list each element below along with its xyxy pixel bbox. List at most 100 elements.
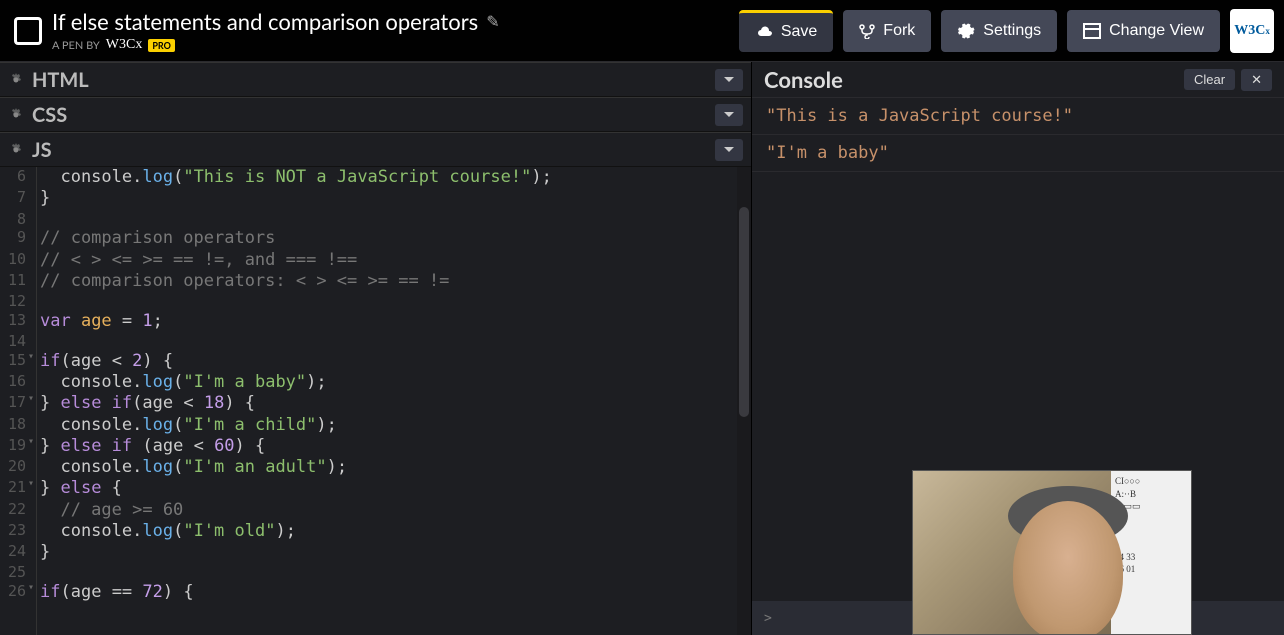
code-line[interactable]: 23 console.log("I'm old"); [0, 521, 751, 542]
code-content[interactable]: // < > <= >= == !=, and === !== [32, 250, 357, 271]
line-number: 6 [0, 167, 32, 188]
pro-badge: PRO [148, 39, 175, 52]
html-panel-title: HTML [32, 68, 715, 92]
fork-icon [859, 23, 875, 39]
pen-meta: A PEN BY W3Cx PRO [52, 37, 739, 53]
fold-icon[interactable]: ▾ [28, 436, 34, 449]
code-line[interactable]: 22 // age >= 60 [0, 500, 751, 521]
change-view-button[interactable]: Change View [1067, 10, 1220, 52]
code-content[interactable]: console.log("This is NOT a JavaScript co… [32, 167, 552, 188]
code-line[interactable]: 25 [0, 563, 751, 582]
code-content[interactable]: if(age < 2) { [32, 351, 173, 372]
js-panel-title: JS [32, 138, 715, 162]
whiteboard: CI○○○A:··B▭▭▭04 3306 01 [1111, 471, 1191, 635]
webcam-overlay: CI○○○A:··B▭▭▭04 3306 01 [912, 470, 1192, 635]
line-number: 25 [0, 563, 32, 582]
fork-label: Fork [883, 22, 915, 40]
code-content[interactable]: } else if (age < 60) { [32, 436, 265, 457]
fold-icon[interactable]: ▾ [28, 393, 34, 406]
code-content[interactable]: // comparison operators: < > <= >= == != [32, 271, 449, 292]
code-line[interactable]: 14 [0, 332, 751, 351]
html-panel-header[interactable]: HTML [0, 62, 751, 97]
code-line[interactable]: 11// comparison operators: < > <= >= == … [0, 271, 751, 292]
code-line[interactable]: 8 [0, 210, 751, 229]
save-button[interactable]: Save [739, 10, 833, 52]
profile-logo[interactable]: W3Cx [1230, 9, 1274, 53]
save-label: Save [781, 23, 817, 41]
code-line[interactable]: 12 [0, 292, 751, 311]
fold-icon[interactable]: ▾ [28, 478, 34, 491]
code-line[interactable]: 17} else if(age < 18) {▾ [0, 393, 751, 414]
code-line[interactable]: 18 console.log("I'm a child"); [0, 415, 751, 436]
scrollbar-thumb[interactable] [739, 207, 749, 417]
css-panel-header[interactable]: CSS [0, 97, 751, 132]
code-line[interactable]: 7} [0, 188, 751, 209]
code-content[interactable]: } else if(age < 18) { [32, 393, 255, 414]
gear-icon[interactable] [8, 142, 24, 158]
clear-console-button[interactable]: Clear [1184, 69, 1235, 90]
line-number: 18 [0, 415, 32, 436]
code-line[interactable]: 13var age = 1; [0, 311, 751, 332]
console-line: "This is a JavaScript course!" [752, 98, 1284, 135]
meta-prefix: A PEN BY [52, 39, 100, 52]
settings-label: Settings [983, 22, 1041, 40]
cloud-icon [755, 25, 773, 39]
code-line[interactable]: 9// comparison operators [0, 228, 751, 249]
author-link[interactable]: W3Cx [106, 37, 143, 53]
title-area: If else statements and comparison operat… [52, 8, 739, 53]
pen-title[interactable]: If else statements and comparison operat… [52, 8, 739, 35]
code-line[interactable]: 20 console.log("I'm an adult"); [0, 457, 751, 478]
code-content[interactable]: var age = 1; [32, 311, 163, 332]
code-line[interactable]: 24} [0, 542, 751, 563]
code-content[interactable]: } [32, 188, 50, 209]
line-number: 14 [0, 332, 32, 351]
code-content[interactable]: // comparison operators [32, 228, 275, 249]
prompt-symbol: > [764, 611, 772, 626]
edit-icon[interactable]: ✎ [486, 12, 499, 31]
html-panel-toggle[interactable] [715, 69, 743, 91]
chevron-down-icon [723, 146, 735, 154]
code-line[interactable]: 15if(age < 2) {▾ [0, 351, 751, 372]
code-line[interactable]: 10// < > <= >= == !=, and === !== [0, 250, 751, 271]
line-number: 23 [0, 521, 32, 542]
code-content[interactable]: if(age == 72) { [32, 582, 194, 603]
gear-icon [957, 22, 975, 40]
line-number: 16 [0, 372, 32, 393]
codepen-logo-icon[interactable] [14, 17, 42, 45]
console-header: Console Clear ✕ [752, 62, 1284, 98]
code-line[interactable]: 21} else {▾ [0, 478, 751, 499]
line-number: 7 [0, 188, 32, 209]
line-number: 22 [0, 500, 32, 521]
chevron-down-icon [723, 111, 735, 119]
person-face [1013, 501, 1123, 635]
line-number: 8 [0, 210, 32, 229]
line-number: 13 [0, 311, 32, 332]
js-editor[interactable]: 6 console.log("This is NOT a JavaScript … [0, 167, 751, 635]
code-content[interactable]: } [32, 542, 50, 563]
close-console-button[interactable]: ✕ [1241, 69, 1272, 91]
code-line[interactable]: 19} else if (age < 60) {▾ [0, 436, 751, 457]
code-content[interactable]: console.log("I'm a baby"); [32, 372, 327, 393]
fold-icon[interactable]: ▾ [28, 351, 34, 364]
gear-icon[interactable] [8, 72, 24, 88]
gear-icon[interactable] [8, 107, 24, 123]
fork-button[interactable]: Fork [843, 10, 931, 52]
code-content[interactable]: console.log("I'm old"); [32, 521, 296, 542]
settings-button[interactable]: Settings [941, 10, 1057, 52]
pen-title-text: If else statements and comparison operat… [52, 8, 478, 35]
code-line[interactable]: 6 console.log("This is NOT a JavaScript … [0, 167, 751, 188]
header-buttons: Save Fork Settings Change View W3Cx [739, 9, 1274, 53]
fold-icon[interactable]: ▾ [28, 582, 34, 595]
editors-column: HTML CSS JS 6 console.log("This is NO [0, 62, 752, 635]
code-content[interactable]: // age >= 60 [32, 500, 183, 521]
code-line[interactable]: 26if(age == 72) {▾ [0, 582, 751, 603]
line-number: 12 [0, 292, 32, 311]
code-content[interactable]: console.log("I'm a child"); [32, 415, 337, 436]
app-header: If else statements and comparison operat… [0, 0, 1284, 62]
code-line[interactable]: 16 console.log("I'm a baby"); [0, 372, 751, 393]
code-content[interactable]: console.log("I'm an adult"); [32, 457, 347, 478]
css-panel-toggle[interactable] [715, 104, 743, 126]
js-panel-header[interactable]: JS [0, 132, 751, 167]
js-panel-toggle[interactable] [715, 139, 743, 161]
code-content[interactable]: } else { [32, 478, 122, 499]
